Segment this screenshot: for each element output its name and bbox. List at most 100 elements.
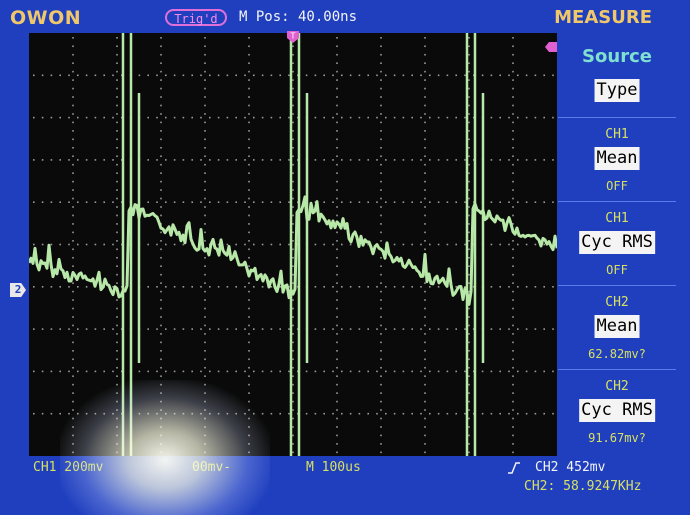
grid-dot	[424, 375, 426, 377]
grid-dot	[512, 155, 514, 158]
grid-dot	[314, 328, 317, 330]
grid-dot	[468, 307, 470, 310]
grid-dot	[204, 350, 206, 352]
measure-item-label: Cyc RMS	[579, 399, 655, 422]
grid-dot	[204, 451, 206, 454]
grid-dot	[534, 412, 537, 415]
grid-dot	[380, 350, 382, 352]
grid-dot	[534, 159, 537, 161]
grid-dot	[191, 159, 193, 161]
grid-dot	[94, 74, 97, 77]
grid-dot	[323, 243, 325, 246]
grid-dot	[499, 74, 501, 77]
grid-dot	[424, 87, 426, 90]
grid-dot	[103, 201, 105, 203]
grid-dot	[336, 53, 338, 56]
grid-dot	[248, 231, 250, 234]
grid-dot	[385, 74, 387, 77]
grid-dot	[490, 243, 493, 246]
grid-dot	[248, 163, 250, 166]
grid-dot	[160, 350, 162, 352]
grid-dot	[468, 206, 470, 208]
grid-dot	[116, 138, 118, 141]
grid-dot	[292, 223, 294, 225]
grid-dot	[248, 87, 250, 90]
grid-dot	[72, 37, 74, 39]
grid-dot	[204, 307, 206, 310]
grid-dot	[41, 201, 44, 203]
grid-dot	[336, 163, 338, 166]
grid-dot	[517, 74, 519, 77]
grid-dot	[424, 299, 426, 301]
grid-dot	[248, 130, 250, 132]
grid-dot	[116, 383, 118, 386]
grid-dot	[116, 121, 118, 124]
grid-dot	[499, 370, 501, 373]
grid-dot	[165, 201, 167, 203]
grid-dot	[358, 286, 361, 288]
grid-dot	[336, 324, 338, 327]
grid-dot	[380, 451, 382, 454]
grid-dot	[411, 201, 413, 203]
grid-dot	[429, 159, 431, 161]
grid-dot	[411, 74, 413, 77]
grid-dot	[204, 231, 206, 234]
grid-dot	[209, 370, 211, 373]
grid-dot	[380, 214, 382, 217]
grid-dot	[116, 87, 118, 90]
grid-dot	[156, 412, 158, 415]
grid-dot	[292, 146, 294, 149]
grid-dot	[512, 383, 514, 386]
measure-item-ch2-mean[interactable]: CH2 Mean 62.82mv?	[558, 285, 676, 369]
grid-dot	[446, 243, 449, 246]
grid-dot	[72, 180, 74, 183]
grid-dot	[85, 201, 88, 203]
grid-dot	[59, 243, 61, 246]
grid-dot	[468, 37, 470, 39]
grid-dot	[512, 45, 514, 48]
grid-dot	[226, 286, 229, 288]
grid-dot	[116, 206, 118, 208]
grid-dot	[292, 375, 294, 377]
grid-dot	[72, 79, 74, 81]
grid-dot	[248, 113, 250, 115]
grid-dot	[147, 116, 149, 119]
grid-dot	[508, 116, 510, 119]
grid-dot	[349, 412, 352, 415]
grid-dot	[512, 240, 514, 242]
grid-dot	[217, 370, 220, 373]
grid-dot	[160, 37, 162, 39]
grid-dot	[490, 328, 493, 330]
grid-dot	[292, 155, 294, 158]
grid-dot	[490, 286, 493, 288]
measure-item-ch2-cyc-rms[interactable]: CH2 Cyc RMS 91.67mv?	[558, 369, 676, 453]
grid-dot	[429, 116, 431, 119]
grid-dot	[402, 74, 405, 77]
grid-dot	[191, 116, 193, 119]
grid-dot	[116, 366, 118, 369]
grid-dot	[336, 104, 338, 107]
trigger-level-marker-icon	[545, 42, 557, 52]
grid-dot	[437, 159, 440, 161]
grid-dot	[160, 130, 162, 132]
grid-dot	[72, 240, 74, 242]
measure-source-option[interactable]: Source Type	[558, 33, 676, 117]
grid-dot	[336, 197, 338, 200]
ch2-scale-readout: 00mv-	[192, 460, 232, 475]
ch2-ground-marker[interactable]: 2	[10, 283, 26, 297]
grid-dot	[385, 116, 387, 119]
measure-item-ch1-cyc-rms[interactable]: CH1 Cyc RMS OFF	[558, 201, 676, 285]
measure-item-ch1-mean[interactable]: CH1 Mean OFF	[558, 117, 676, 201]
grid-dot	[341, 201, 343, 203]
grid-dot	[248, 37, 250, 39]
grid-dot	[464, 116, 466, 119]
grid-dot	[424, 366, 426, 369]
grid-dot	[248, 206, 250, 208]
grid-dot	[305, 412, 308, 415]
grid-dot	[204, 146, 206, 149]
grid-dot	[336, 248, 338, 251]
grid-dot	[116, 163, 118, 166]
measure-panel: Source Type CH1 Mean OFF CH1 Cyc RMS OFF…	[558, 33, 676, 456]
grid-dot	[358, 116, 361, 119]
grid-dot	[261, 159, 264, 161]
